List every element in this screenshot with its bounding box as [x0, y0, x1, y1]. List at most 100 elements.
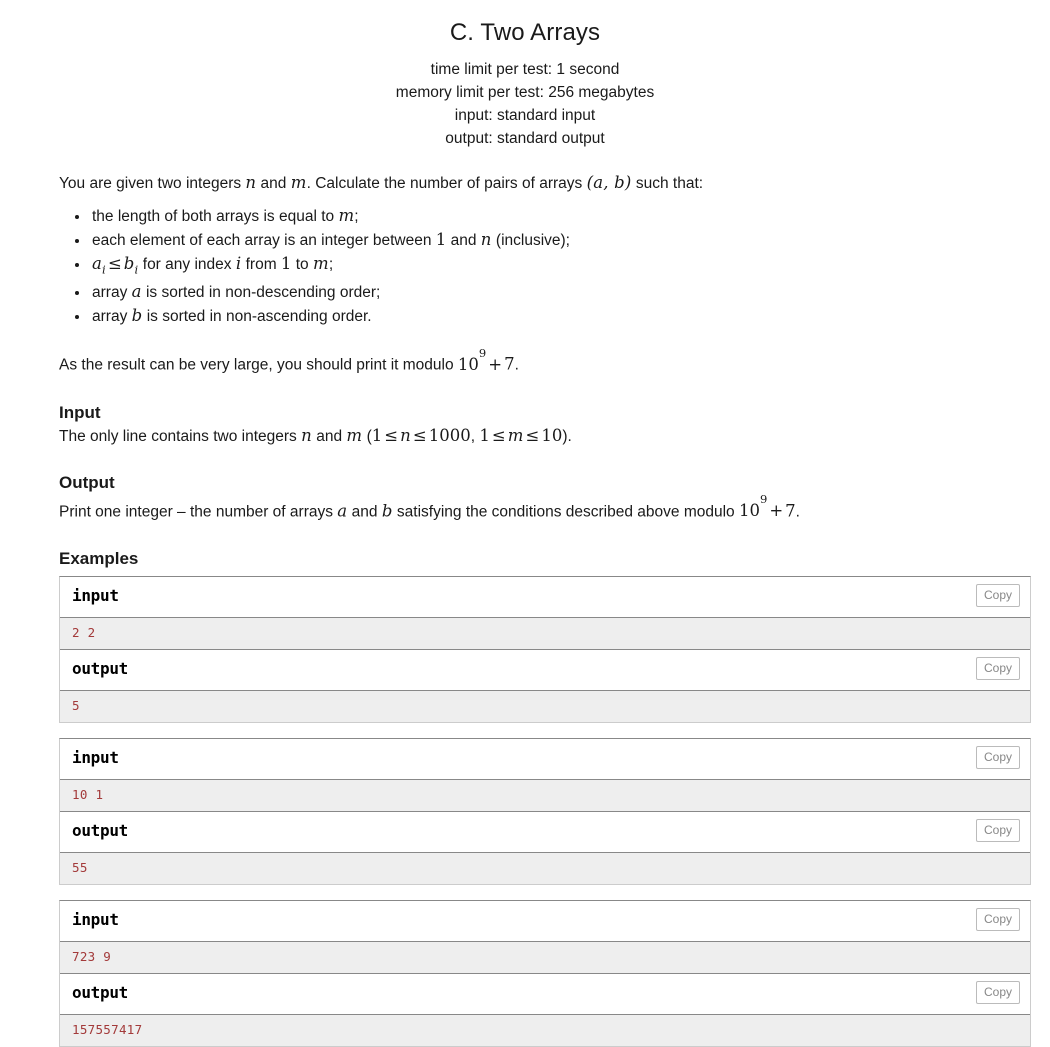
input-label: input: [72, 910, 119, 930]
problem-statement: You are given two integers n and m. Calc…: [59, 172, 1031, 569]
math-n: n: [400, 425, 411, 445]
cond1-post: (inclusive);: [491, 232, 570, 249]
input-pre: The only line contains two integers: [59, 427, 302, 445]
memory-limit: memory limit per test: 256 megabytes: [395, 84, 655, 101]
copy-button[interactable]: Copy: [975, 584, 1020, 608]
intro-mid2: . Calculate the number of pairs of array…: [306, 175, 587, 192]
math-m: m: [507, 425, 524, 445]
copy-button[interactable]: Copy: [975, 819, 1020, 843]
exponent-9: 9: [478, 345, 487, 360]
math-leq: ≤: [107, 254, 122, 273]
sample-3-input-data: 723 9: [60, 942, 1030, 975]
output-end: .: [795, 503, 800, 521]
cond1-pre: each element of each array is an integer…: [92, 232, 436, 249]
modulo-pre: As the result can be very large, you sho…: [59, 356, 458, 374]
math-10: 10: [541, 425, 563, 445]
math-1: 1: [435, 230, 447, 249]
input-label: input: [72, 748, 119, 768]
cond1-mid: and: [446, 232, 481, 249]
copy-button[interactable]: Copy: [975, 908, 1020, 932]
input-mid: and: [311, 427, 347, 445]
math-power-of-ten: 109: [738, 492, 768, 521]
sample-output-text: 5: [72, 698, 80, 714]
sample-input-text: 2 2: [72, 625, 96, 641]
math-m: m: [346, 425, 363, 445]
sample-test-2: input Copy 10 1 output Copy 55: [59, 738, 1031, 886]
sample-test-1: input Copy 2 2 output Copy 5: [59, 576, 1031, 724]
modulo-note: As the result can be very large, you sho…: [59, 345, 1031, 377]
exponent-9: 9: [759, 492, 768, 507]
math-leq: ≤: [384, 425, 399, 445]
time-limit: time limit per test: 1 second: [430, 61, 620, 78]
math-7: 7: [504, 354, 515, 374]
math-power-of-ten: 109: [457, 345, 487, 374]
math-1: 1: [371, 425, 383, 445]
page-title: C. Two Arrays: [449, 19, 601, 46]
input-label: input: [72, 586, 119, 606]
condition-range: each element of each array is an integer…: [90, 231, 1031, 250]
math-leq: ≤: [525, 425, 540, 445]
modulo-post: .: [514, 356, 519, 374]
cond2-mid3: to: [291, 256, 313, 273]
sample-3-output-header: output Copy: [60, 974, 1030, 1016]
sample-3-input-header: input Copy: [60, 901, 1030, 943]
copy-button[interactable]: Copy: [975, 981, 1020, 1005]
input-section-body: The only line contains two integers n an…: [59, 426, 1031, 447]
math-n: n: [245, 173, 257, 192]
math-7: 7: [785, 501, 796, 521]
math-plus: +: [488, 354, 503, 374]
output-post: satisfying the conditions described abov…: [392, 503, 739, 521]
conditions-list: the length of both arrays is equal to m;…: [59, 207, 1031, 326]
problem-header: C. Two Arrays time limit per test: 1 sec…: [0, 0, 1050, 150]
sample-3-output-data: 157557417: [60, 1015, 1030, 1047]
output-mid: and: [347, 503, 382, 521]
condition-b-sorted: array b is sorted in non-ascending order…: [90, 307, 1031, 326]
input-section-title: Input: [59, 402, 101, 422]
copy-button[interactable]: Copy: [975, 657, 1020, 681]
sample-output-text: 55: [72, 860, 88, 876]
intro-post: such that:: [631, 175, 704, 192]
output-label: output: [72, 821, 128, 841]
cond2-post: ;: [328, 256, 334, 273]
sample-1-input-header: input Copy: [60, 577, 1030, 619]
cond4-pre: array: [92, 308, 132, 326]
cond3-pre: array: [92, 284, 132, 302]
output-section-title: Output: [59, 472, 115, 492]
cond0-post: ;: [354, 208, 359, 225]
sample-2-input-header: input Copy: [60, 739, 1030, 781]
math-b: b: [131, 306, 143, 326]
intro-pre: You are given two integers: [59, 175, 246, 192]
intro-paragraph: You are given two integers n and m. Calc…: [59, 172, 1031, 195]
sample-input-text: 10 1: [72, 787, 104, 803]
math-m: m: [338, 206, 355, 225]
sample-2-output-data: 55: [60, 853, 1030, 885]
problem-limits: time limit per test: 1 second memory lim…: [0, 58, 1050, 150]
input-mode: input: standard input: [454, 107, 596, 124]
math-b: b: [381, 501, 393, 521]
math-leq: ≤: [412, 425, 427, 445]
cond2-mid: for any index: [138, 256, 236, 273]
output-pre: Print one integer – the number of arrays: [59, 503, 338, 521]
input-paren-close: ).: [562, 427, 572, 445]
math-leq: ≤: [491, 425, 506, 445]
condition-length: the length of both arrays is equal to m;: [90, 207, 1031, 226]
condition-a-sorted: array a is sorted in non-descending orde…: [90, 283, 1031, 302]
output-label: output: [72, 983, 128, 1003]
sample-1-input-data: 2 2: [60, 618, 1030, 651]
math-n: n: [301, 425, 312, 445]
cond3-post: is sorted in non-descending order;: [141, 284, 381, 302]
math-m: m: [312, 254, 329, 273]
examples-title: Examples: [59, 549, 139, 569]
math-b-sub-i: bi: [123, 254, 139, 277]
sample-test-3: input Copy 723 9 output Copy 157557417: [59, 900, 1031, 1047]
sample-tests: input Copy 2 2 output Copy 5 input Copy …: [59, 576, 1031, 1047]
output-label: output: [72, 659, 128, 679]
output-mode: output: standard output: [445, 130, 605, 147]
copy-button[interactable]: Copy: [975, 746, 1020, 770]
output-section-body: Print one integer – the number of arrays…: [59, 492, 1031, 523]
sample-1-output-header: output Copy: [60, 650, 1030, 692]
math-1: 1: [280, 254, 292, 273]
math-pair-ab: (a, b): [586, 173, 632, 192]
math-m: m: [290, 173, 307, 192]
sample-input-text: 723 9: [72, 949, 112, 965]
